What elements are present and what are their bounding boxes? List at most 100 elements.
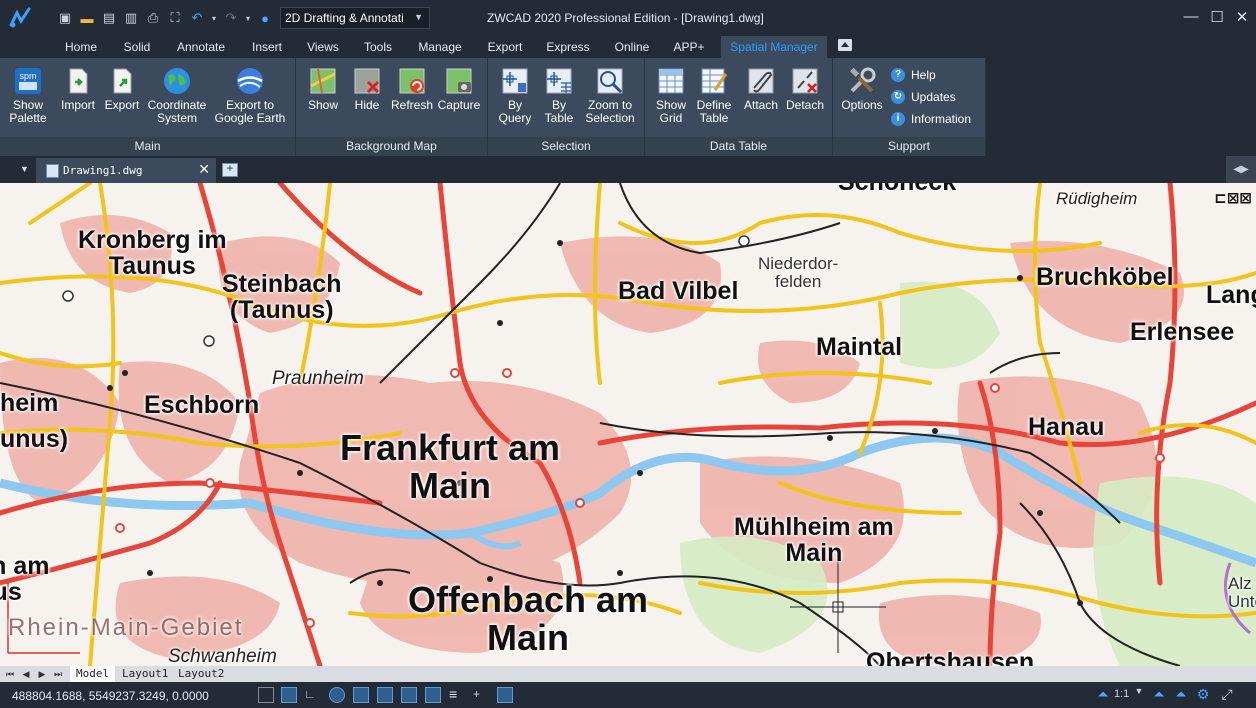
new-icon[interactable]: ▣ — [54, 7, 76, 29]
map-label-obertshausen: Obertshausen — [866, 648, 1035, 666]
next-layout-icon[interactable]: ▶ — [36, 668, 48, 680]
ribbon-minimize-button[interactable] — [838, 39, 852, 51]
options-button[interactable]: Options — [839, 66, 885, 112]
first-layout-icon[interactable]: ⏮ — [4, 668, 16, 680]
select-query-icon — [502, 68, 528, 94]
ribbon-group-background-map: Show Hide Refresh Capture Background Map — [296, 58, 488, 156]
grid-toggle[interactable] — [281, 687, 297, 703]
layout-tab-model[interactable]: Model — [70, 666, 116, 682]
annotation-visibility-icon[interactable]: ⏶ — [1150, 686, 1168, 704]
redo-icon[interactable]: ↷ — [220, 7, 242, 29]
map-label-maintal: Maintal — [816, 333, 903, 361]
minimize-button[interactable]: — — [1181, 8, 1201, 28]
globe-icon — [164, 68, 190, 94]
drawing-viewport[interactable]: Kronberg im Taunus Steinbach (Taunus) Ba… — [0, 183, 1256, 666]
zoom-to-selection-button[interactable]: Zoom to Selection — [582, 66, 638, 125]
tab-express[interactable]: Express — [540, 36, 596, 58]
select-by-table-button[interactable]: By Table — [538, 66, 580, 125]
tab-solid[interactable]: Solid — [115, 36, 159, 58]
dynamic-input-toggle[interactable] — [425, 687, 441, 703]
define-table-button[interactable]: Define Table — [693, 66, 735, 125]
attach-button[interactable]: Attach — [739, 66, 783, 112]
snap-toggle[interactable] — [258, 687, 274, 703]
close-icon[interactable]: ✕ — [198, 162, 210, 178]
save-icon[interactable]: ▤ — [98, 7, 120, 29]
annotation-scale-icon[interactable]: ⏶ — [1094, 686, 1112, 704]
maximize-button[interactable]: ☐ — [1207, 8, 1227, 28]
map-refresh-icon — [399, 68, 425, 94]
export-google-earth-button[interactable]: Export to Google Earth — [212, 66, 288, 125]
chevron-down-icon[interactable]: ▼ — [1130, 686, 1148, 704]
options-icon — [850, 67, 876, 93]
tab-views[interactable]: Views — [300, 36, 346, 58]
select-all-icon[interactable]: ⛶ — [164, 7, 186, 29]
osnap-toggle[interactable] — [353, 687, 369, 703]
workspace-settings-icon[interactable]: ⚙ — [1194, 686, 1212, 704]
last-layout-icon[interactable]: ⏭ — [52, 668, 64, 680]
dwg-file-icon — [46, 163, 59, 178]
layout-tab-layout1[interactable]: Layout1 — [116, 666, 174, 682]
tab-insert[interactable]: Insert — [244, 36, 290, 58]
help-icon[interactable]: ● — [254, 7, 276, 29]
zwcad-logo-icon[interactable] — [0, 0, 40, 36]
prev-layout-icon[interactable]: ◀ — [20, 668, 32, 680]
map-label-muhlheim: Mühlheim am Main — [734, 513, 894, 568]
export-button[interactable]: Export — [100, 66, 144, 112]
tab-scroll-arrows[interactable]: ◀▶ — [1226, 156, 1256, 183]
map-label-schoneck: Schöneck — [838, 183, 956, 195]
group-label-main: Main — [0, 137, 295, 156]
hide-map-button[interactable]: Hide — [346, 66, 388, 112]
tab-manage[interactable]: Manage — [410, 36, 470, 58]
save-as-icon[interactable]: ▥ — [120, 7, 142, 29]
coordinate-system-button[interactable]: Coordinate System — [144, 66, 210, 125]
layout-tab-layout2[interactable]: Layout2 — [172, 666, 230, 682]
refresh-map-button[interactable]: Refresh — [390, 66, 434, 112]
lineweight-toggle[interactable]: ≡ — [449, 687, 465, 703]
tab-home[interactable]: Home — [56, 36, 106, 58]
map-label-taunus-partial: unus) — [0, 425, 69, 453]
dynamic-ucs-toggle[interactable] — [401, 687, 417, 703]
tab-spatial-manager[interactable]: Spatial Manager — [721, 36, 827, 58]
tab-export[interactable]: Export — [480, 36, 530, 58]
workspace-select[interactable]: 2D Drafting & Annotati ▼ — [280, 7, 430, 29]
new-tab-button[interactable]: + — [222, 163, 238, 177]
tabs-menu-icon[interactable]: ▼ — [20, 164, 29, 174]
fullscreen-icon[interactable]: ⤢ — [1218, 686, 1236, 704]
close-button[interactable]: ✕ — [1232, 8, 1252, 28]
tab-tools[interactable]: Tools — [356, 36, 400, 58]
updates-button[interactable]: ↻ Updates — [891, 90, 956, 104]
print-icon[interactable]: ⎙ — [142, 7, 164, 29]
help-button[interactable]: ? Help — [891, 68, 936, 82]
tab-annotate[interactable]: Annotate — [168, 36, 234, 58]
document-tab[interactable]: Drawing1.dwg ✕ — [36, 158, 216, 183]
undo-icon[interactable]: ↶ — [186, 7, 208, 29]
map-label-rudigheim: Rüdigheim — [1056, 189, 1138, 208]
select-by-query-button[interactable]: By Query — [494, 66, 536, 125]
selection-cycling-toggle[interactable] — [497, 687, 513, 703]
capture-map-button[interactable]: Capture — [436, 66, 482, 112]
undo-dropdown-icon[interactable]: ▾ — [208, 7, 220, 29]
show-palette-button[interactable]: spm Show Palette — [4, 66, 52, 125]
polar-toggle[interactable] — [329, 687, 345, 703]
information-button[interactable]: i Information — [891, 112, 971, 126]
viewport-controls-icon[interactable]: ⊏⊠⊠ — [1214, 189, 1252, 207]
detach-button[interactable]: Detach — [783, 66, 827, 112]
show-map-button[interactable]: Show — [302, 66, 344, 112]
group-label-data-table: Data Table — [645, 137, 832, 156]
otrack-toggle[interactable] — [377, 687, 393, 703]
quick-properties-toggle[interactable]: + — [473, 687, 489, 703]
map-label-alzenau-partial: Alz Unte — [1228, 574, 1256, 611]
map-label-praunheim: Praunheim — [272, 368, 364, 389]
tab-online[interactable]: Online — [606, 36, 658, 58]
show-grid-button[interactable]: Show Grid — [651, 66, 691, 125]
spm-palette-icon: spm — [15, 68, 41, 94]
tab-app-plus[interactable]: APP+ — [667, 36, 711, 58]
auto-scale-icon[interactable]: ⏶ — [1172, 686, 1190, 704]
open-icon[interactable]: ▬ — [76, 7, 98, 29]
import-button[interactable]: Import — [56, 66, 100, 112]
ortho-toggle[interactable]: ∟ — [304, 687, 320, 703]
chevron-down-icon: ▼ — [414, 12, 423, 22]
ribbon-tab-bar: Home Solid Annotate Insert Views Tools M… — [0, 36, 1256, 58]
redo-dropdown-icon[interactable]: ▾ — [242, 7, 254, 29]
annotation-scale-value[interactable]: 1:1 — [1114, 688, 1129, 700]
